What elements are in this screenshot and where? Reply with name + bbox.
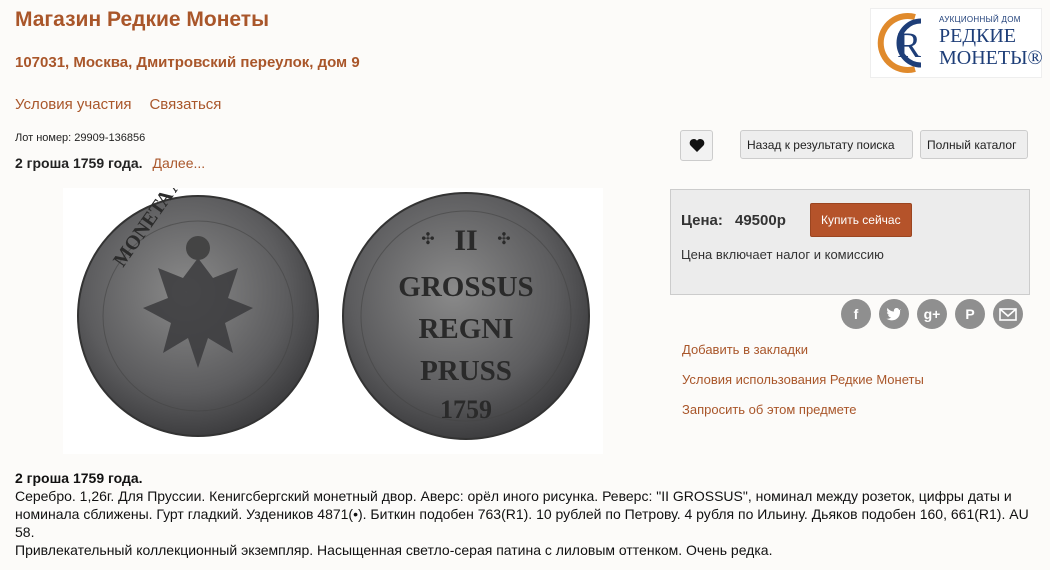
auction-house-logo[interactable]: R АУКЦИОННЫЙ ДОМ РЕДКИЕ МОНЕТЫ® <box>870 8 1043 78</box>
nav-terms-link[interactable]: Условия участия <box>15 96 131 113</box>
facebook-icon[interactable]: f <box>841 299 871 329</box>
logo-line-2: МОНЕТЫ® <box>939 47 1043 69</box>
back-to-results-button[interactable]: Назад к результату поиска <box>740 130 913 159</box>
logo-letter: R <box>897 25 921 65</box>
google-plus-icon[interactable]: g+ <box>917 299 947 329</box>
more-link[interactable]: Далее... <box>152 155 205 171</box>
description-note: Привлекательный коллекционный экземпляр.… <box>15 542 773 558</box>
reverse-line-1: II <box>454 224 477 257</box>
logo-line-1: РЕДКИЕ <box>939 25 1016 47</box>
svg-text:✣: ✣ <box>497 231 510 248</box>
lot-number: Лот номер: 29909-136856 <box>15 132 146 144</box>
shop-title: Магазин Редкие Монеты <box>15 8 270 31</box>
email-icon[interactable] <box>993 299 1023 329</box>
lot-title-row: 2 гроша 1759 года. Далее... <box>15 155 205 171</box>
favorite-button[interactable] <box>680 130 713 161</box>
logo-emblem-icon: R <box>877 13 922 73</box>
reverse-line-4: PRUSS <box>420 355 512 387</box>
full-catalog-button[interactable]: Полный каталог <box>920 130 1028 159</box>
price-value: 49500р <box>735 212 786 229</box>
price-label: Цена: <box>681 212 723 229</box>
lot-title: 2 гроша 1759 года. <box>15 155 143 171</box>
terms-of-use-link[interactable]: Условия использования Редкие Монеты <box>682 372 924 402</box>
coin-obverse: MONETA ARGENTEA <box>77 90 319 437</box>
lot-description: 2 гроша 1759 года. Серебро. 1,26г. Для П… <box>15 469 1035 559</box>
nav-contact-link[interactable]: Связаться <box>149 96 221 113</box>
coin-image[interactable]: MONETA ARGENTEA II ✣ ✣ GROSSUS REGNI PRU… <box>63 90 603 454</box>
reverse-year: 1759 <box>440 395 492 424</box>
add-bookmark-link[interactable]: Добавить в закладки <box>682 342 924 372</box>
coin-reverse: II ✣ ✣ GROSSUS REGNI PRUSS 1759 <box>342 192 590 440</box>
reverse-line-2: GROSSUS <box>398 271 533 303</box>
main-nav: Условия участия Связаться <box>15 96 221 113</box>
side-links: Добавить в закладки Условия использовани… <box>682 342 924 432</box>
heart-icon <box>689 138 704 152</box>
svg-text:✣: ✣ <box>421 231 434 248</box>
description-title: 2 гроша 1759 года. <box>15 470 143 486</box>
price-note: Цена включает налог и комиссию <box>681 247 884 262</box>
social-share-bar: f g+ P <box>841 299 1023 329</box>
logo-small-text: АУКЦИОННЫЙ ДОМ <box>939 15 1021 24</box>
twitter-icon[interactable] <box>879 299 909 329</box>
buy-now-button[interactable]: Купить сейчас <box>810 203 912 237</box>
price-box: Цена: 49500р Купить сейчас Цена включает… <box>670 189 1030 295</box>
reverse-line-3: REGNI <box>418 313 513 345</box>
inquire-item-link[interactable]: Запросить об этом предмете <box>682 402 924 432</box>
description-body: Серебро. 1,26г. Для Пруссии. Кенигсбергс… <box>15 488 1029 540</box>
shop-address: 107031, Москва, Дмитровский переулок, до… <box>15 54 360 71</box>
pinterest-icon[interactable]: P <box>955 299 985 329</box>
